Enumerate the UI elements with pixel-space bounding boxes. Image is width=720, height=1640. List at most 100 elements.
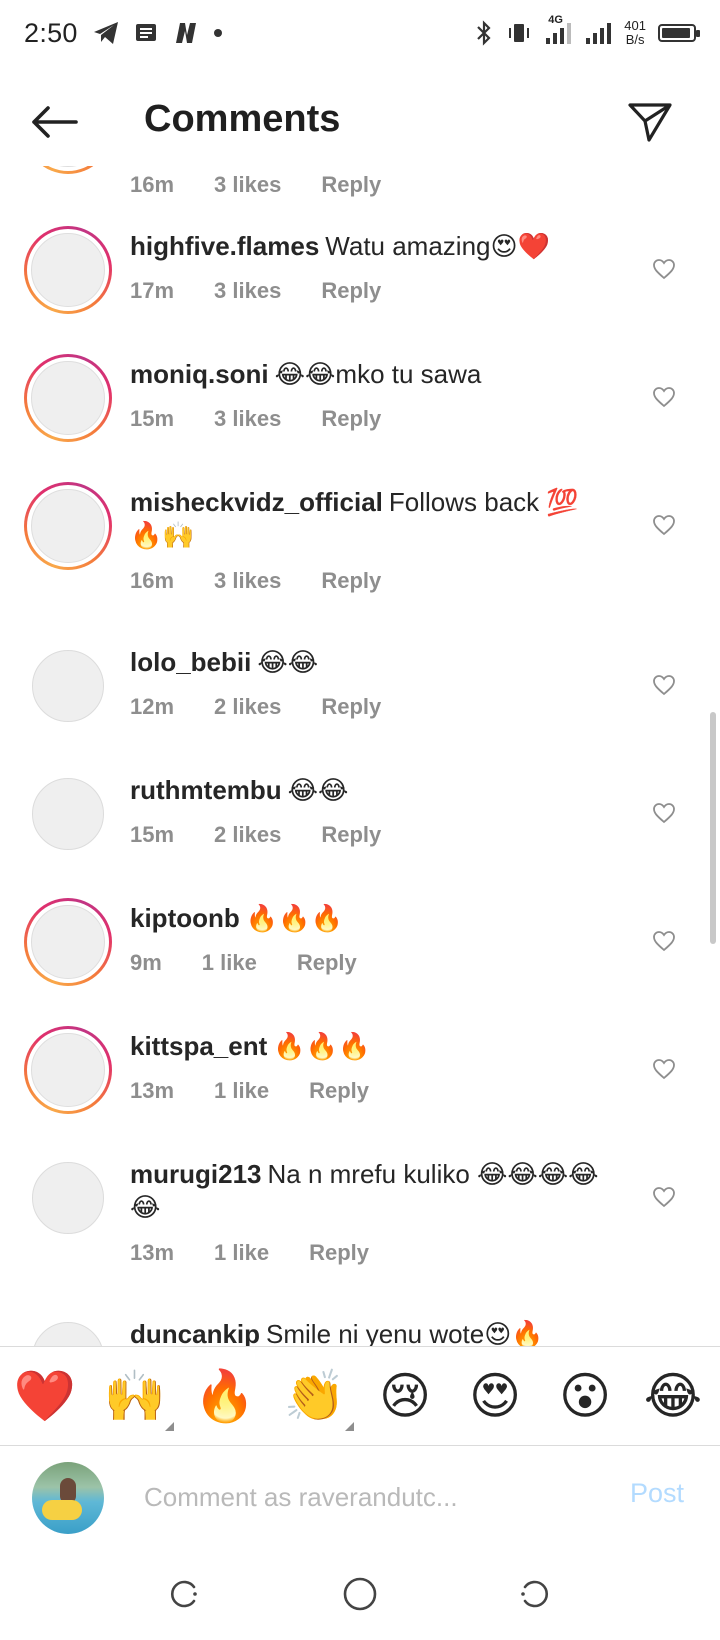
avatar[interactable] bbox=[24, 898, 112, 986]
avatar[interactable] bbox=[24, 482, 112, 570]
comment-likes[interactable]: 1 like bbox=[214, 1240, 269, 1266]
reply-link[interactable]: Reply bbox=[321, 822, 381, 848]
comment-username[interactable]: ruthmtembu bbox=[130, 775, 282, 805]
comment-body: ruthmtembu 😂😂 bbox=[130, 774, 600, 807]
comment-body: duncankip Smile ni yenu wote😍🔥 bbox=[130, 1318, 600, 1346]
like-button[interactable] bbox=[650, 1056, 678, 1082]
avatar[interactable] bbox=[32, 1322, 104, 1346]
reply-link[interactable]: Reply bbox=[321, 406, 381, 432]
avatar[interactable] bbox=[24, 166, 112, 174]
reaction-surprised[interactable]: 😮 bbox=[554, 1365, 616, 1427]
comment-meta: 15m 3 likes Reply bbox=[130, 406, 421, 432]
signal-icon bbox=[584, 21, 612, 45]
heart-icon bbox=[653, 931, 675, 952]
like-button[interactable] bbox=[650, 256, 678, 282]
recents-icon bbox=[171, 1580, 197, 1608]
reaction-fire[interactable]: 🔥 bbox=[194, 1365, 256, 1427]
recents-button[interactable] bbox=[164, 1574, 204, 1614]
heart-icon bbox=[653, 387, 675, 408]
reply-link[interactable]: Reply bbox=[321, 172, 381, 198]
heart-icon bbox=[653, 1059, 675, 1080]
comment-username[interactable]: kittspa_ent bbox=[130, 1031, 267, 1061]
comment-username[interactable]: highfive.flames bbox=[130, 231, 319, 261]
comment-likes[interactable]: 3 likes bbox=[214, 278, 281, 304]
comment-meta: 15m 2 likes Reply bbox=[130, 822, 421, 848]
reply-link[interactable]: Reply bbox=[297, 950, 357, 976]
post-button[interactable]: Post bbox=[630, 1478, 684, 1509]
comment-text: 🔥🔥🔥 bbox=[245, 903, 343, 933]
reply-link[interactable]: Reply bbox=[321, 278, 381, 304]
reply-link[interactable]: Reply bbox=[321, 568, 381, 594]
reply-link[interactable]: Reply bbox=[321, 694, 381, 720]
back-nav-button[interactable] bbox=[514, 1574, 554, 1614]
reply-link[interactable]: Reply bbox=[309, 1240, 369, 1266]
comment-username[interactable]: duncankip bbox=[130, 1319, 260, 1346]
comment-body: misheckvidz_official Follows back 💯 🔥🙌 bbox=[130, 486, 600, 552]
comment-username[interactable]: misheckvidz_official bbox=[130, 487, 383, 517]
comment-likes[interactable]: 1 like bbox=[202, 950, 257, 976]
heart-icon bbox=[653, 515, 675, 536]
reaction-laughing[interactable]: 😂 bbox=[642, 1365, 704, 1427]
comment-likes[interactable]: 3 likes bbox=[214, 568, 281, 594]
comment-body: kiptoonb 🔥🔥🔥 bbox=[130, 902, 600, 935]
comment-time: 15m bbox=[130, 822, 175, 847]
reply-link[interactable]: Reply bbox=[309, 1078, 369, 1104]
comment-likes[interactable]: 2 likes bbox=[214, 694, 281, 720]
comment-time: 16m bbox=[130, 568, 175, 593]
comment-text: 😂😂 bbox=[257, 647, 319, 677]
reaction-clap[interactable]: 👏 bbox=[283, 1365, 354, 1431]
network-type: 4G bbox=[548, 14, 563, 26]
comment-username[interactable]: murugi213 bbox=[130, 1159, 262, 1189]
comments-list[interactable]: 16m 3 likes Reply highfive.flames Watu am… bbox=[0, 166, 720, 1346]
reaction-clap-glyph: 👏 bbox=[283, 1368, 347, 1424]
comment-input[interactable] bbox=[144, 1474, 574, 1520]
like-button[interactable] bbox=[650, 384, 678, 410]
avatar[interactable] bbox=[24, 226, 112, 314]
scrollbar[interactable] bbox=[710, 712, 716, 944]
avatar[interactable] bbox=[24, 354, 112, 442]
avatar[interactable] bbox=[32, 1162, 104, 1234]
comment-time: 13m bbox=[130, 1078, 175, 1103]
like-button[interactable] bbox=[650, 800, 678, 826]
skin-tone-indicator-icon bbox=[345, 1422, 354, 1431]
comment-likes[interactable]: 2 likes bbox=[214, 822, 281, 848]
comment-time: 15m bbox=[130, 406, 175, 431]
comment-meta: 16m 3 likes Reply bbox=[130, 172, 421, 198]
comment-username[interactable]: kiptoonb bbox=[130, 903, 240, 933]
message-icon bbox=[134, 21, 158, 45]
comment-username[interactable]: lolo_bebii bbox=[130, 647, 251, 677]
share-button[interactable] bbox=[624, 96, 676, 148]
comment-time: 12m bbox=[130, 694, 175, 719]
comment-time: 17m bbox=[130, 278, 175, 303]
comment-likes[interactable]: 3 likes bbox=[214, 172, 281, 198]
avatar[interactable] bbox=[24, 1026, 112, 1114]
avatar[interactable] bbox=[32, 650, 104, 722]
my-avatar[interactable] bbox=[32, 1462, 104, 1534]
like-button[interactable] bbox=[650, 1184, 678, 1210]
reaction-crying[interactable]: 😢 bbox=[374, 1365, 436, 1427]
netflix-icon bbox=[172, 21, 200, 45]
back-button[interactable] bbox=[28, 100, 80, 144]
avatar[interactable] bbox=[32, 778, 104, 850]
battery-icon bbox=[658, 24, 700, 42]
comment-likes[interactable]: 3 likes bbox=[214, 406, 281, 432]
like-button[interactable] bbox=[650, 928, 678, 954]
speed-value: 401 bbox=[624, 18, 646, 33]
telegram-icon bbox=[92, 20, 120, 46]
status-time: 2:50 bbox=[24, 17, 78, 48]
reaction-heart[interactable]: ❤️ bbox=[14, 1365, 76, 1427]
comment-username[interactable]: moniq.soni bbox=[130, 359, 269, 389]
reaction-heart-eyes[interactable]: 😍 bbox=[464, 1365, 526, 1427]
heart-icon bbox=[653, 675, 675, 696]
comment-composer: Post bbox=[0, 1446, 720, 1550]
network-speed: 401 B/s bbox=[624, 19, 646, 47]
like-button[interactable] bbox=[650, 512, 678, 538]
comment-meta: 12m 2 likes Reply bbox=[130, 694, 421, 720]
vibrate-icon bbox=[506, 21, 532, 45]
reaction-raised-hands[interactable]: 🙌 bbox=[104, 1365, 174, 1431]
like-button[interactable] bbox=[650, 672, 678, 698]
comment-likes[interactable]: 1 like bbox=[214, 1078, 269, 1104]
home-button[interactable] bbox=[340, 1574, 380, 1614]
comment-body: murugi213 Na n mrefu kuliko 😂😂😂😂😂 bbox=[130, 1158, 600, 1224]
heart-icon bbox=[653, 259, 675, 280]
